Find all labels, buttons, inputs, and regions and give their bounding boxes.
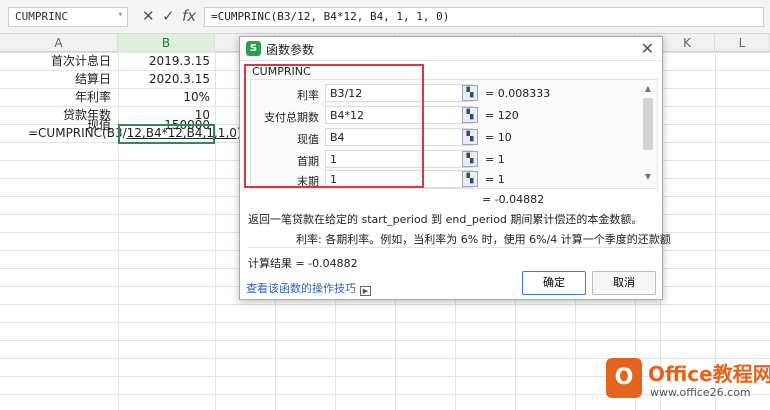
argument-value: = 10 [485,131,512,144]
chevron-down-icon[interactable]: ▼ [643,172,653,181]
argument-row-end-period: 末期 1 ▚ = 1 [251,170,651,190]
column-header-l[interactable]: L [715,34,770,52]
argument-row-nper: 支付总期数 B4*12 ▚ = 120 [251,106,651,126]
argument-label: 首期 [297,155,319,168]
cancel-icon[interactable]: ✕ [142,7,155,25]
argument-row-start-period: 首期 1 ▚ = 1 [251,150,651,170]
argument-description: 利率: 各期利率。例如，当利率为 6% 时，使用 6%/4 计算一个季度的还款额 [296,233,671,246]
name-box[interactable]: CUMPRINC ▾ [8,7,128,27]
column-header-k[interactable]: K [660,34,715,52]
column-header-a[interactable]: A [0,34,118,52]
grid-line [215,52,216,410]
formula-cell-prefix: =CUMPRINC(B3/ [28,126,127,140]
chevron-up-icon[interactable]: ▲ [643,84,653,93]
calculation-result: 计算结果 = -0.04882 [248,257,358,270]
function-name: CUMPRINC [252,65,311,78]
cell-a3[interactable]: 年利率 [0,88,117,106]
formula-cell-b6[interactable]: =CUMPRINC(B3/12,B4*12,B4,1,1,0) [0,124,242,144]
argument-value: = 120 [485,109,519,122]
argument-label: 利率 [297,89,319,102]
site-watermark: O Office教程网 www.office26.com [606,356,770,406]
argument-label: 现值 [297,133,319,146]
close-icon[interactable]: ✕ [641,39,654,58]
argument-label: 末期 [297,175,319,188]
range-picker-icon[interactable]: ▚ [462,171,478,187]
dialog-divider [248,247,654,248]
range-picker-icon[interactable]: ▚ [462,107,478,123]
argument-value: = 1 [485,153,505,166]
wps-logo-icon: S [246,41,261,56]
argument-row-rate: 利率 B3/12 ▚ = 0.008333 [251,84,651,104]
end-period-input[interactable]: 1 [325,170,473,188]
watermark-url: www.office26.com [650,386,751,399]
scrollbar-thumb[interactable] [643,98,653,150]
formula-cell-ref: 12,B4*12,B4,1,1,0) [126,126,242,140]
video-icon: ▶ [360,286,371,296]
rate-input[interactable]: B3/12 [325,84,473,102]
cell-a2[interactable]: 结算日 [0,70,117,88]
office-logo-icon: O [606,358,642,398]
name-box-text: CUMPRINC [15,10,68,23]
chevron-down-icon[interactable]: ▾ [118,10,123,20]
column-header-b[interactable]: B [118,34,215,52]
confirm-icon[interactable]: ✓ [162,7,175,25]
argument-value: = 1 [485,173,505,186]
formula-input[interactable]: =CUMPRINC(B3/12, B4*12, B4, 1, 1, 0) [204,7,764,27]
argument-scrollbar[interactable]: ▲ ▼ [643,84,653,184]
cell-b1[interactable]: 2019.3.15 [118,52,214,70]
formula-result-preview: = -0.04882 [482,193,545,206]
cancel-button[interactable]: 取消 [592,271,656,295]
ok-button[interactable]: 确定 [522,271,586,295]
range-picker-icon[interactable]: ▚ [462,151,478,167]
function-description: 返回一笔贷款在给定的 start_period 到 end_period 期间累… [248,213,643,226]
help-link[interactable]: 查看该函数的操作技巧 ▶ [246,280,371,296]
argument-value: = 0.008333 [485,87,551,100]
cell-a1[interactable]: 首次计息日 [0,52,117,70]
formula-bar: CUMPRINC ▾ ✕ ✓ fx =CUMPRINC(B3/12, B4*12… [0,0,770,34]
range-picker-icon[interactable]: ▚ [462,85,478,101]
cell-b2[interactable]: 2020.3.15 [118,70,214,88]
dialog-title-bar[interactable]: S 函数参数 ✕ [240,37,662,61]
dialog-title: 函数参数 [266,43,315,57]
pv-input[interactable]: B4 [325,128,473,146]
cell-b3[interactable]: 10% [118,88,214,106]
argument-row-pv: 现值 B4 ▚ = 10 [251,128,651,148]
watermark-name: Office教程网 [648,362,770,386]
start-period-input[interactable]: 1 [325,150,473,168]
help-link-label: 查看该函数的操作技巧 [246,282,356,295]
fx-icon[interactable]: fx [182,7,196,25]
nper-input[interactable]: B4*12 [325,106,473,124]
argument-panel: 利率 B3/12 ▚ = 0.008333 支付总期数 B4*12 ▚ = 12… [250,79,658,189]
argument-label: 支付总期数 [264,111,319,124]
range-picker-icon[interactable]: ▚ [462,129,478,145]
function-arguments-dialog: S 函数参数 ✕ CUMPRINC 利率 B3/12 ▚ = 0.008333 … [239,36,671,300]
